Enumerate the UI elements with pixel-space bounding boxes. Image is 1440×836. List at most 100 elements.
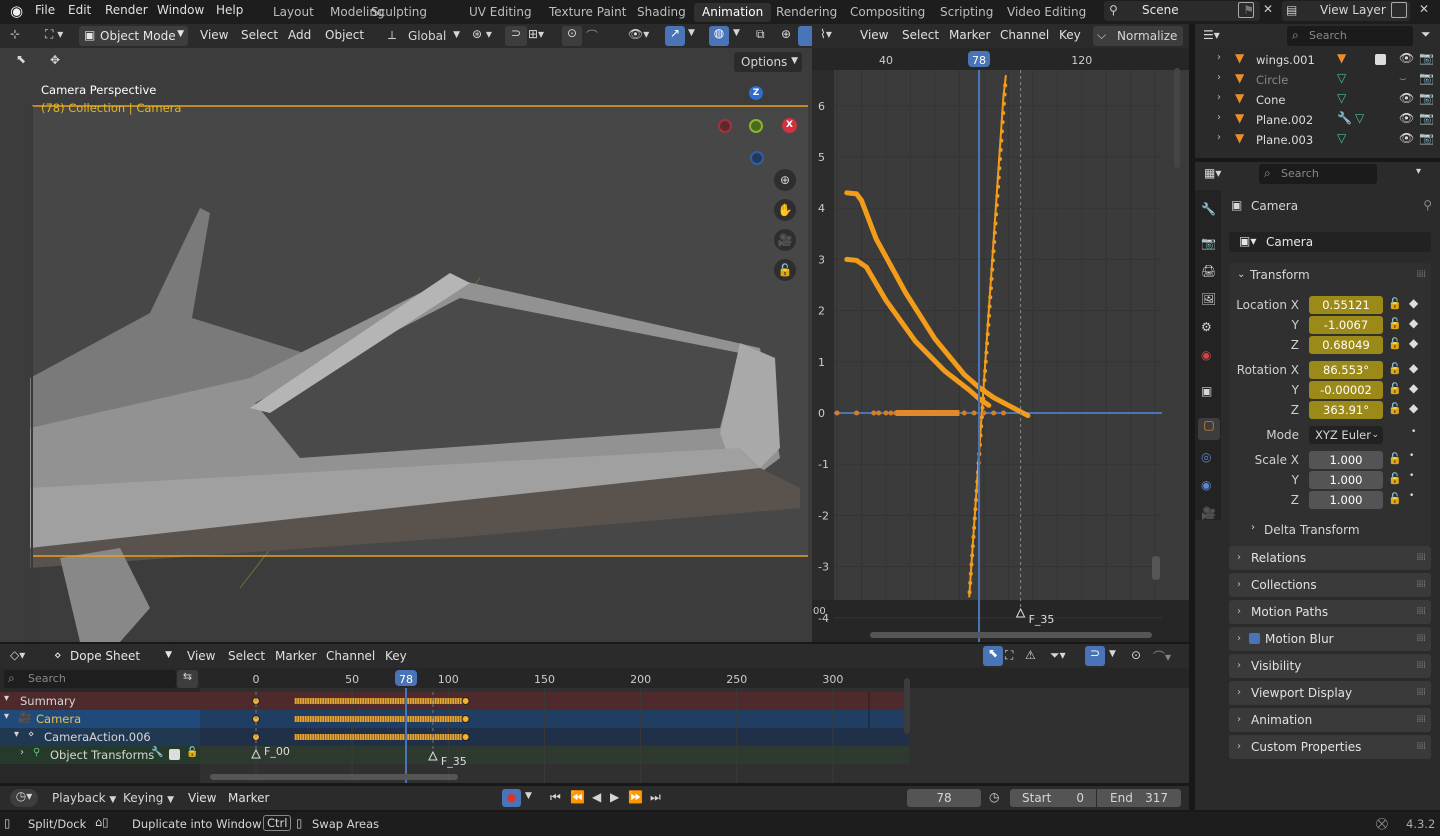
keyframe-point[interactable] [979, 415, 984, 420]
expand-icon[interactable]: › [1217, 112, 1221, 123]
keyframe-point[interactable] [973, 507, 978, 512]
keyframe-block[interactable] [294, 698, 466, 704]
location-z-field[interactable]: 0.68049 [1309, 336, 1383, 354]
expand-icon[interactable]: ▾ [4, 693, 9, 704]
gizmo-z-axis[interactable]: Z [749, 86, 763, 100]
menu-render[interactable]: Render [105, 3, 148, 17]
output-tab-icon[interactable]: 🖨 [1201, 264, 1216, 278]
snap-icon[interactable]: ⊃ [505, 26, 527, 46]
camera-view-icon[interactable]: 🎥 [774, 229, 796, 251]
keyframe-point[interactable] [968, 571, 973, 576]
keyframe-point[interactable] [968, 580, 973, 585]
workspace-tab-sculpting[interactable]: Sculpting [363, 3, 435, 22]
keying-menu[interactable]: Keying ▼ [123, 791, 174, 805]
section-visibility[interactable]: › Visibility ⁞⁞⁞⁞ [1229, 654, 1431, 678]
keyframe-cluster[interactable] [895, 410, 960, 416]
jump-start-icon[interactable]: ⏮ [550, 790, 561, 805]
dopesheet-menu-channel[interactable]: Channel [326, 649, 375, 663]
keyframe-point[interactable] [1003, 83, 1008, 88]
keyframe-icon[interactable]: ◆ [1409, 316, 1418, 330]
keyframe-point[interactable] [982, 378, 987, 383]
physics-tab-icon[interactable]: ◉ [1201, 478, 1211, 492]
expand-icon[interactable]: › [20, 747, 24, 758]
outliner-item[interactable]: › ▼ Plane.003 ▽ 👁 📷 [1195, 130, 1440, 150]
snap-icon[interactable]: ⊃ [1085, 646, 1105, 666]
outliner-item[interactable]: › ▼ Cone ▽ 👁 📷 [1195, 90, 1440, 110]
expand-icon[interactable]: ▾ [14, 729, 19, 740]
graph-menu-channel[interactable]: Channel [1000, 28, 1049, 42]
keyframe-point[interactable] [993, 221, 998, 226]
tool-tab-icon[interactable]: 🔧 [1201, 202, 1216, 216]
start-frame-field[interactable]: Start 0 [1010, 789, 1096, 807]
keyframe-point[interactable] [994, 212, 999, 217]
lock-icon[interactable]: 🔓 [1388, 472, 1402, 485]
eye-icon[interactable]: 👁 [1399, 51, 1414, 65]
graph-canvas[interactable]: 6543210-1-2-3-440 78 120F_3500 [812, 48, 1189, 642]
workspace-tab-uv-editing[interactable]: UV Editing [461, 3, 540, 22]
keyframe-point[interactable] [997, 166, 1002, 171]
lock-icon[interactable]: 🔓 [1388, 382, 1402, 395]
dopesheet-timeline[interactable]: 0 50 78 100 150 200 250 300 F_00 F_35 [200, 668, 1189, 783]
viewport-menu-add[interactable]: Add [288, 28, 311, 42]
new-view-layer-icon[interactable] [1391, 2, 1407, 18]
lock-icon[interactable]: 🔓 [1388, 492, 1402, 505]
channel-transforms[interactable]: › ⚲ Object Transforms 🔧 🔓 [0, 746, 200, 764]
remove-scene-icon[interactable]: ✕ [1263, 2, 1273, 16]
rotation-z-field[interactable]: 363.91° [1309, 401, 1383, 419]
keyframe-point[interactable] [992, 230, 997, 235]
graph-menu-marker[interactable]: Marker [949, 28, 990, 42]
keyframe-point[interactable] [888, 410, 894, 416]
keyframe-icon[interactable]: • [1409, 451, 1414, 461]
keyframe-point[interactable] [1002, 92, 1007, 97]
keyframe-point[interactable] [990, 267, 995, 272]
graph-editor-type-icon[interactable]: ⌇▾ [820, 27, 832, 41]
dopesheet-menu-select[interactable]: Select [228, 649, 265, 663]
dopesheet-menu-view[interactable]: View [187, 649, 215, 663]
drag-handle-icon[interactable]: ⁞⁞⁞⁞ [1416, 546, 1426, 570]
blender-logo-icon[interactable]: ◉ [10, 2, 28, 20]
channel-summary[interactable]: ▾ Summary [0, 692, 200, 710]
proportional-edit-icon[interactable]: ⊙ [562, 26, 582, 46]
keyframe-point[interactable] [983, 369, 988, 374]
keyframe-point[interactable] [988, 286, 993, 291]
keyframe-point[interactable] [988, 295, 993, 300]
keyframe-point[interactable] [1000, 120, 1005, 125]
keyframe-point[interactable] [986, 322, 991, 327]
sync-toggle-icon[interactable]: ⇆ [177, 670, 198, 688]
keyframe-point[interactable] [974, 498, 979, 503]
pin-icon[interactable]: ⚲ [1423, 198, 1432, 212]
drag-handle-icon[interactable]: ⁞⁞⁞⁞ [1416, 708, 1426, 732]
keyframe-icon[interactable]: • [1411, 427, 1416, 437]
zoom-icon[interactable]: ⊕ [774, 169, 796, 191]
overlays-dropdown-icon[interactable]: ▼ [733, 28, 740, 38]
chevron-down-icon[interactable]: ▾ [1416, 166, 1421, 177]
show-hidden-icon[interactable]: ⛶ [1005, 648, 1013, 663]
keyframe-point[interactable] [981, 396, 986, 401]
location-y-field[interactable]: -1.0067 [1309, 316, 1383, 334]
keyframe-point[interactable] [991, 249, 996, 254]
record-dropdown-icon[interactable]: ▼ [525, 791, 532, 801]
gizmo-y-axis[interactable] [749, 119, 763, 133]
keyframe-point[interactable] [981, 387, 986, 392]
rotation-y-field[interactable]: -0.00002 [1309, 381, 1383, 399]
keyframe-point[interactable] [985, 332, 990, 337]
keyframe-point[interactable] [834, 410, 840, 416]
wrench-icon[interactable]: 🔧 [151, 747, 163, 758]
lock-icon[interactable]: 🔓 [1388, 317, 1402, 330]
snap-dropdown-icon[interactable]: ▼ [1109, 649, 1116, 659]
keyframe-point[interactable] [854, 410, 860, 416]
dopesheet-canvas[interactable]: 0 50 78 100 150 200 250 300 F_00 F_35 [200, 668, 1189, 783]
keyframe-point[interactable] [987, 313, 992, 318]
channel-action[interactable]: ▾ ⋄ CameraAction.006 [0, 728, 200, 746]
keyframe-point[interactable] [883, 410, 889, 416]
object-select-icon[interactable]: ⛶ ▾ [45, 27, 63, 42]
proportional-icon[interactable]: ⊙ [1131, 648, 1141, 662]
graph-menu-view[interactable]: View [860, 28, 888, 42]
gizmo-neg-x-axis[interactable] [718, 119, 732, 133]
keyframe-point[interactable] [985, 341, 990, 346]
keyframe-point[interactable] [969, 562, 974, 567]
lock-icon[interactable]: 🔓 [1388, 362, 1402, 375]
keyframe-point[interactable] [876, 410, 882, 416]
overlays-icon[interactable]: ◍ [709, 26, 729, 46]
falloff-icon[interactable]: ⌒ [586, 27, 598, 44]
